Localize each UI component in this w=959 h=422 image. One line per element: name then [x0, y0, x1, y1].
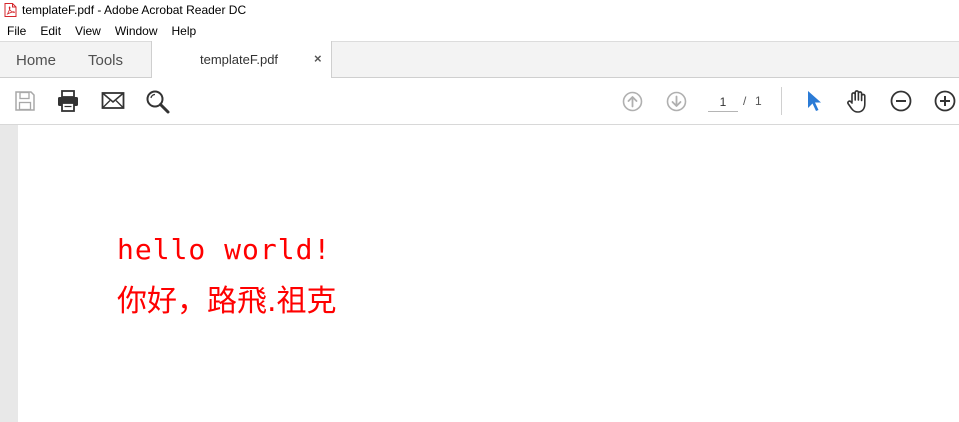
zoom-out-icon[interactable] [890, 90, 912, 112]
toolbar-divider [781, 87, 782, 115]
previous-page-icon[interactable] [622, 91, 643, 112]
title-bar: templateF.pdf - Adobe Acrobat Reader DC [0, 0, 959, 20]
menu-bar: File Edit View Window Help [0, 20, 959, 41]
document-text-line-2: 你好，路飛.祖克 [117, 284, 337, 319]
document-tab-label: templateF.pdf [200, 52, 279, 67]
document-text-line-1: hello world! [117, 233, 332, 266]
tab-home[interactable]: Home [16, 52, 56, 69]
find-icon[interactable] [145, 89, 171, 115]
menu-edit[interactable]: Edit [40, 24, 61, 38]
email-icon[interactable] [101, 91, 125, 111]
menu-view[interactable]: View [75, 24, 101, 38]
page-separator: / [743, 94, 747, 108]
next-page-icon[interactable] [666, 91, 687, 112]
close-tab-icon[interactable]: × [314, 51, 322, 66]
menu-help[interactable]: Help [172, 24, 197, 38]
hand-tool-icon[interactable] [845, 88, 871, 114]
print-icon[interactable] [56, 89, 80, 113]
page-number-input[interactable] [708, 92, 738, 112]
pdf-file-icon [4, 3, 17, 17]
tab-document[interactable]: templateF.pdf × [151, 41, 332, 79]
zoom-in-icon[interactable] [934, 90, 956, 112]
select-tool-icon[interactable] [805, 89, 823, 113]
menu-window[interactable]: Window [115, 24, 158, 38]
total-pages: 1 [755, 94, 762, 108]
tab-bar: Home Tools templateF.pdf × [0, 41, 959, 79]
menu-file[interactable]: File [7, 24, 26, 38]
document-viewer[interactable]: hello world! 你好，路飛.祖克 [0, 125, 959, 422]
save-icon[interactable] [14, 90, 36, 112]
window-title: templateF.pdf - Adobe Acrobat Reader DC [22, 3, 247, 17]
toolbar: / 1 [0, 78, 959, 125]
pdf-page[interactable]: hello world! 你好，路飛.祖克 [18, 125, 959, 422]
tab-tools[interactable]: Tools [88, 52, 123, 69]
